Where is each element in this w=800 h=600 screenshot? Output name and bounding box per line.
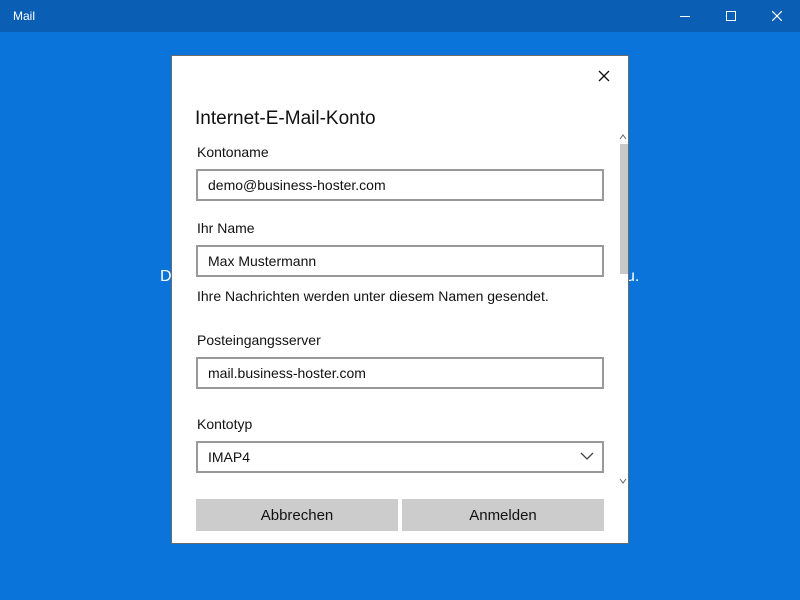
chevron-up-icon bbox=[619, 134, 627, 140]
account-type-label: Kontotyp bbox=[197, 416, 253, 432]
your-name-input[interactable]: Max Mustermann bbox=[196, 245, 604, 277]
chevron-down-icon bbox=[619, 478, 627, 484]
title-bar: Mail bbox=[0, 0, 800, 32]
minimize-icon bbox=[680, 16, 690, 17]
incoming-server-input[interactable]: mail.business-hoster.com bbox=[196, 357, 604, 389]
dialog-scrollbar[interactable] bbox=[618, 132, 628, 488]
your-name-label: Ihr Name bbox=[197, 220, 255, 236]
close-icon bbox=[598, 70, 610, 82]
dialog-title: Internet-E-Mail-Konto bbox=[195, 108, 376, 129]
account-name-label: Kontoname bbox=[197, 144, 269, 160]
background-text-left: D bbox=[160, 268, 172, 285]
chevron-down-icon bbox=[580, 452, 594, 460]
account-name-input[interactable]: demo@business-hoster.com bbox=[196, 169, 604, 201]
window-title: Mail bbox=[13, 9, 36, 23]
close-icon bbox=[772, 11, 782, 21]
sign-in-button[interactable]: Anmelden bbox=[402, 499, 604, 531]
maximize-button[interactable] bbox=[708, 0, 754, 32]
account-type-value: IMAP4 bbox=[208, 449, 251, 465]
scroll-thumb[interactable] bbox=[620, 144, 628, 274]
scroll-down-arrow[interactable] bbox=[618, 476, 628, 486]
maximize-icon bbox=[726, 11, 736, 21]
scroll-up-arrow[interactable] bbox=[618, 132, 628, 142]
minimize-button[interactable] bbox=[662, 0, 708, 32]
dialog-close-button[interactable] bbox=[592, 64, 616, 88]
close-window-button[interactable] bbox=[754, 0, 800, 32]
account-dialog: Internet-E-Mail-Konto Kontoname demo@bus… bbox=[171, 55, 629, 544]
account-type-select[interactable]: IMAP4 bbox=[196, 441, 604, 473]
dialog-content: Kontoname demo@business-hoster.com Ihr N… bbox=[172, 136, 618, 496]
cancel-button[interactable]: Abbrechen bbox=[196, 499, 398, 531]
your-name-hint: Ihre Nachrichten werden unter diesem Nam… bbox=[197, 288, 549, 304]
incoming-server-label: Posteingangsserver bbox=[197, 332, 321, 348]
